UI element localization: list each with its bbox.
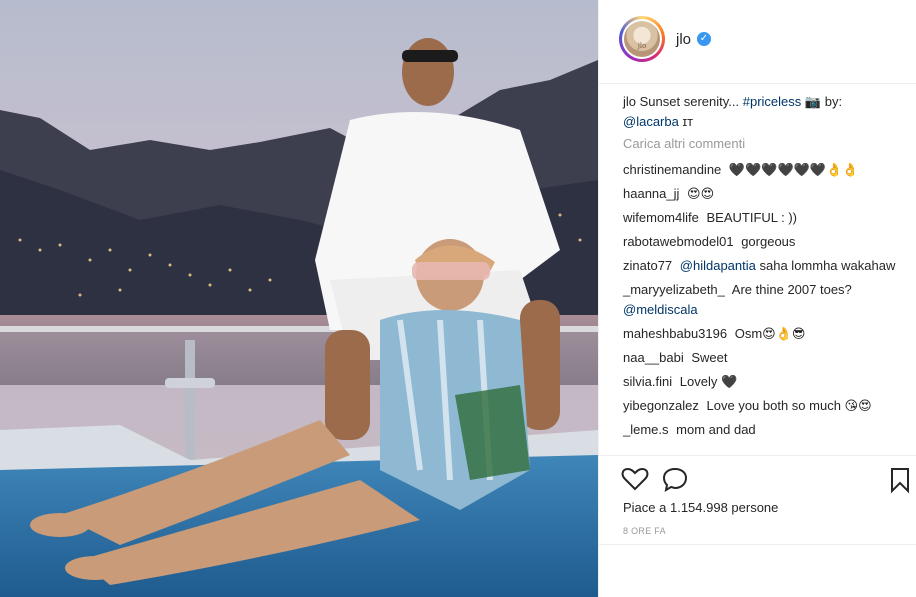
comment-text: Sweet: [691, 350, 728, 365]
list-item: _maryyelizabeth_ Are thine 2007 toes? @m…: [623, 280, 903, 320]
post-caption: jlo Sunset serenity... #priceless 📷 by: …: [623, 92, 903, 132]
comment-text: 😍😍: [687, 186, 715, 201]
comment-bubble-icon: [662, 467, 688, 493]
caption-credit-suffix: ɪᴛ: [682, 114, 694, 129]
comment-text: BEAUTIFUL : )): [706, 210, 798, 225]
comment-text: Love you both so much 😘😍: [706, 398, 872, 413]
list-item: zinato77 @hildapantia saha lommha wakaha…: [623, 256, 903, 276]
save-button[interactable]: [889, 466, 911, 494]
avatar[interactable]: jlo: [619, 16, 665, 62]
comment-text: saha lommha wakahaw: [759, 258, 896, 273]
comment-username[interactable]: rabotawebmodel01: [623, 234, 734, 249]
comment-username[interactable]: _maryyelizabeth_: [623, 282, 725, 297]
caption-credit-link[interactable]: @lacarba: [623, 114, 679, 129]
caption-by: by:: [824, 94, 843, 109]
comment-mention[interactable]: @hildapantia: [680, 258, 756, 273]
comment-text: Are thine 2007 toes?: [731, 282, 852, 297]
list-item: _leme.s mom and dad: [623, 420, 903, 440]
comment-button[interactable]: [661, 466, 689, 493]
avatar-text: jlo: [637, 42, 647, 50]
comment-username[interactable]: _leme.s: [623, 422, 669, 437]
list-item: silvia.fini Lovely 🖤: [623, 372, 903, 392]
post-side-panel: jlo jlo ✓ jlo Sunset serenity... #pricel…: [598, 0, 916, 597]
caption-username[interactable]: jlo: [623, 94, 636, 109]
heart-icon: [621, 467, 649, 491]
post-timestamp: 8 ORE FA: [623, 526, 666, 536]
post-username[interactable]: jlo: [676, 31, 691, 48]
comment-text: gorgeous: [741, 234, 796, 249]
avatar-image: jlo: [622, 19, 662, 59]
list-item: rabotawebmodel01 gorgeous: [623, 232, 903, 252]
comment-username[interactable]: maheshbabu3196: [623, 326, 727, 341]
post-photo[interactable]: [0, 0, 598, 597]
comment-username[interactable]: wifemom4life: [623, 210, 699, 225]
photo-illustration: [0, 0, 598, 597]
camera-icon: 📷: [804, 94, 822, 109]
verified-badge-icon: ✓: [697, 32, 711, 46]
avatar-photo: [624, 21, 660, 57]
bookmark-icon: [891, 468, 909, 494]
comment-username[interactable]: zinato77: [623, 258, 672, 273]
comment-text: mom and dad: [676, 422, 756, 437]
list-item: haanna_jj 😍😍: [623, 184, 903, 204]
list-item: maheshbabu3196 Osm😍👌😎: [623, 324, 903, 344]
comment-text: Osm😍👌😎: [734, 326, 806, 341]
post-header: jlo jlo ✓: [599, 0, 916, 84]
list-item: naa__babi Sweet: [623, 348, 903, 368]
comment-username[interactable]: haanna_jj: [623, 186, 679, 201]
comment-username[interactable]: christinemandine: [623, 162, 721, 177]
load-more-comments-button[interactable]: Carica altri commenti: [623, 136, 745, 151]
list-item: wifemom4life BEAUTIFUL : )): [623, 208, 903, 228]
comment-mention[interactable]: @meldiscala: [623, 302, 698, 317]
comment-text: Lovely 🖤: [679, 374, 738, 389]
comment-username[interactable]: silvia.fini: [623, 374, 672, 389]
list-item: christinemandine 🖤🖤🖤🖤🖤🖤👌👌: [623, 160, 903, 180]
comment-username[interactable]: yibegonzalez: [623, 398, 699, 413]
post-actions-bar: Piace a 1.154.998 persone 8 ORE FA: [599, 455, 916, 545]
list-item: yibegonzalez Love you both so much 😘😍: [623, 396, 903, 416]
comments-list: christinemandine 🖤🖤🖤🖤🖤🖤👌👌 haanna_jj 😍😍 w…: [623, 160, 903, 444]
like-button[interactable]: [621, 466, 649, 492]
comment-text: 🖤🖤🖤🖤🖤🖤👌👌: [728, 162, 859, 177]
divider: [599, 544, 916, 545]
caption-hashtag[interactable]: #priceless: [743, 94, 802, 109]
likes-count[interactable]: Piace a 1.154.998 persone: [623, 500, 778, 515]
comment-username[interactable]: naa__babi: [623, 350, 684, 365]
caption-text: Sunset serenity...: [639, 94, 740, 109]
